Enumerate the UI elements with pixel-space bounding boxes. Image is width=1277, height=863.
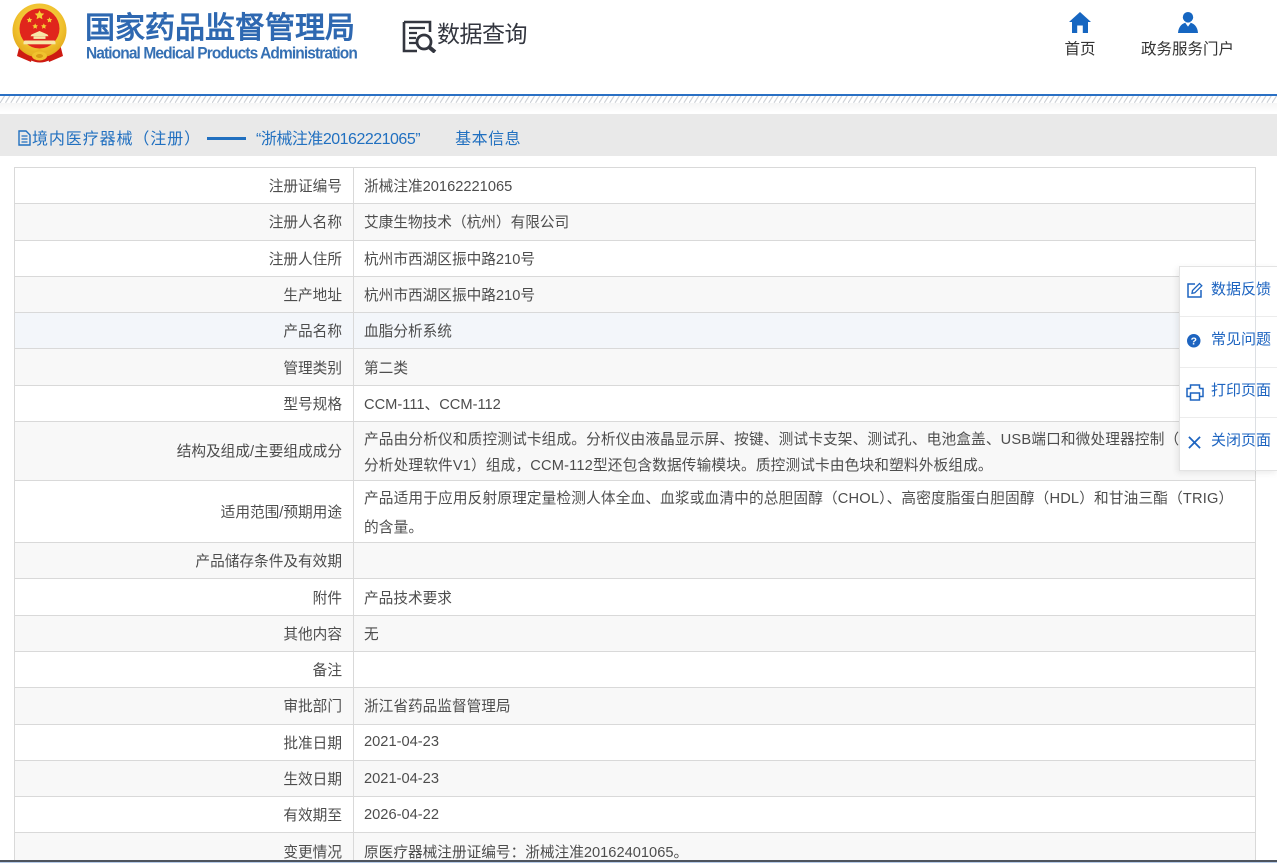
svg-text:?: ?: [1191, 337, 1197, 348]
